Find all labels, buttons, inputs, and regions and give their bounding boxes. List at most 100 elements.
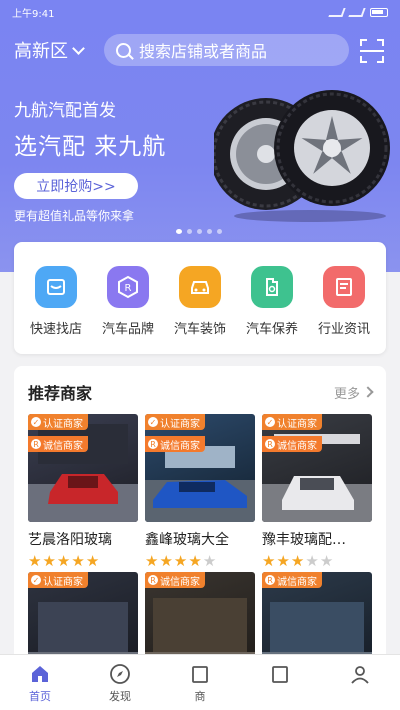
rating-stars: ★★★★★: [28, 552, 138, 570]
tab-cart[interactable]: [240, 663, 320, 710]
shop-card[interactable]: ✓ 认证商家: [28, 572, 138, 666]
bottom-tab-bar: 首页 发现 商: [0, 654, 400, 710]
star-filled-icon: ★: [188, 552, 203, 570]
tab-shop[interactable]: 商: [160, 663, 240, 710]
certified-badge: ✓ 认证商家: [262, 414, 322, 430]
city-selector[interactable]: 高新区: [14, 37, 85, 63]
top-bar: 高新区 搜索店铺或者商品: [0, 32, 400, 68]
category-panel: 快速找店 R 汽车品牌 汽车装饰 汽车保养 行业资讯: [14, 242, 386, 354]
trusted-badge: R 诚信商家: [28, 436, 88, 452]
banner-title: 选汽配 来九航: [14, 134, 167, 160]
search-placeholder: 搜索店铺或者商品: [139, 42, 268, 61]
star-filled-icon: ★: [71, 552, 86, 570]
carousel-dots[interactable]: [176, 229, 222, 234]
category-car-brand[interactable]: R 汽车品牌: [92, 266, 164, 354]
tab-label: 商: [194, 690, 206, 703]
search-icon: [116, 42, 131, 58]
signal-icon: [328, 7, 346, 17]
star-filled-icon: ★: [173, 552, 189, 570]
shop-image: ✓ 认证商家 R 诚信商家: [28, 414, 138, 522]
chevron-down-icon: [72, 41, 85, 55]
certified-badge: ✓ 认证商家: [145, 414, 205, 430]
user-icon: [351, 666, 369, 684]
category-label: 快速找店: [29, 322, 82, 337]
oil-icon: [251, 266, 293, 308]
banner-note: 更有超值礼品等你来拿: [14, 209, 135, 223]
shop-name: 艺晨洛阳玻璃: [28, 532, 112, 548]
scan-icon[interactable]: [360, 39, 384, 63]
category-label: 行业资讯: [317, 322, 370, 337]
star-filled-icon: ★: [159, 552, 174, 570]
star-empty-icon: ★: [202, 552, 218, 570]
wifi-icon: [348, 7, 366, 17]
status-icons: [328, 7, 388, 17]
home-icon: [32, 666, 48, 682]
category-label: 汽车品牌: [101, 322, 154, 337]
star-filled-icon: ★: [276, 552, 291, 570]
shop-name: 鑫峰玻璃大全: [145, 532, 229, 548]
star-filled-icon: ★: [85, 552, 101, 570]
tab-label: 发现: [109, 690, 131, 703]
category-label: 汽车保养: [245, 322, 298, 337]
shop-card[interactable]: ✓ 认证商家 R 诚信商家 鑫峰玻璃大全 ★★★★★: [145, 414, 255, 570]
search-input[interactable]: 搜索店铺或者商品: [104, 34, 349, 66]
star-filled-icon: ★: [28, 552, 43, 570]
shop-name: 豫丰玻璃配…: [262, 532, 346, 548]
certified-badge: ✓ 认证商家: [28, 572, 88, 588]
chevron-right-icon: [362, 386, 374, 398]
shop-image: ✓ 认证商家: [28, 572, 138, 666]
shop-image: ✓ 认证商家 R 诚信商家: [262, 414, 372, 522]
star-empty-icon: ★: [319, 552, 335, 570]
category-label: 汽车装饰: [173, 322, 226, 337]
battery-icon: [370, 7, 388, 17]
trusted-badge: R 诚信商家: [262, 436, 322, 452]
brand-icon: R: [107, 266, 149, 308]
banner[interactable]: 九航汽配首发 选汽配 来九航 立即抢购>> 更有超值礼品等你来拿: [14, 96, 166, 224]
store-icon: [192, 666, 208, 683]
cart-icon: [272, 666, 288, 683]
buy-now-button[interactable]: 立即抢购>>: [14, 173, 138, 199]
shop-card[interactable]: ✓ 认证商家 R 诚信商家 豫丰玻璃配… ★★★★★: [262, 414, 372, 570]
tab-label: 首页: [29, 690, 51, 703]
star-empty-icon: ★: [305, 552, 320, 570]
tab-mine[interactable]: [320, 663, 400, 710]
star-filled-icon: ★: [145, 552, 160, 570]
star-filled-icon: ★: [42, 552, 57, 570]
trusted-badge: R 诚信商家: [145, 572, 205, 588]
shop-image: R 诚信商家: [145, 572, 255, 666]
certified-badge: ✓ 认证商家: [28, 414, 88, 430]
trusted-badge: R 诚信商家: [145, 436, 205, 452]
shop-card[interactable]: R 诚信商家: [145, 572, 255, 666]
rating-stars: ★★★★★: [145, 552, 255, 570]
category-industry-news[interactable]: 行业资讯: [308, 266, 380, 354]
more-link[interactable]: 更多: [333, 383, 374, 402]
recommended-shops: 推荐商家 更多 ✓ 认证商家 R 诚信商家 艺晨洛阳玻璃 ★★★★★ ✓ 认证商…: [14, 366, 386, 666]
tab-home[interactable]: 首页: [0, 663, 80, 710]
recommended-header: 推荐商家 更多: [14, 366, 386, 418]
city-label: 高新区: [14, 41, 68, 62]
shop-card[interactable]: R 诚信商家: [262, 572, 372, 666]
trusted-badge: R 诚信商家: [262, 572, 322, 588]
shop-image: R 诚信商家: [262, 572, 372, 666]
status-time: 上午9:41: [12, 8, 55, 20]
shop-card[interactable]: ✓ 认证商家 R 诚信商家 艺晨洛阳玻璃 ★★★★★: [28, 414, 138, 570]
more-label: 更多: [333, 386, 360, 402]
star-filled-icon: ★: [262, 552, 277, 570]
section-title: 推荐商家: [28, 384, 93, 403]
category-car-decor[interactable]: 汽车装饰: [164, 266, 236, 354]
category-quick-find[interactable]: 快速找店: [20, 266, 92, 354]
news-icon: [323, 266, 365, 308]
tab-discover[interactable]: 发现: [80, 663, 160, 710]
star-filled-icon: ★: [290, 552, 306, 570]
star-filled-icon: ★: [56, 552, 72, 570]
category-car-care[interactable]: 汽车保养: [236, 266, 308, 354]
car-icon: [179, 266, 221, 308]
banner-subtitle: 九航汽配首发: [14, 101, 116, 121]
rating-stars: ★★★★★: [262, 552, 372, 570]
tire-illustration: [214, 90, 390, 222]
svg-text:R: R: [125, 283, 132, 294]
shop-image: ✓ 认证商家 R 诚信商家: [145, 414, 255, 522]
compass-icon: [110, 664, 130, 684]
status-bar: 上午9:41: [0, 0, 400, 24]
shop-icon: [35, 266, 77, 308]
